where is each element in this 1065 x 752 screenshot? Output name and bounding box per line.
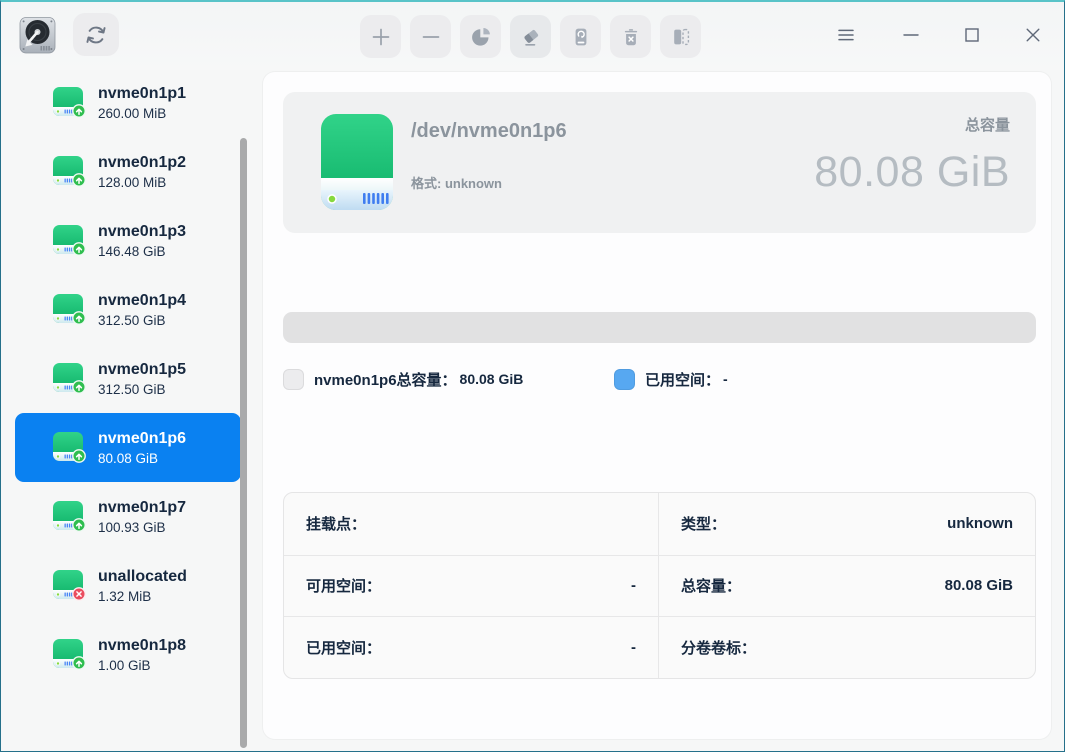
partition-size: 312.50 GiB [98,312,166,328]
detail-label: 总容量： [681,578,742,596]
detail-value: unknown [947,515,1013,533]
partition-error-icon [51,569,87,602]
detail-value: - [631,638,636,656]
legend-total-capacity: nvme0n1p6总容量： 80.08 GiB [283,368,523,390]
partition-item-nvme0n1p1[interactable]: nvme0n1p1 260.00 MiB [15,68,241,137]
detail-label: 可用空间： [306,578,382,596]
detail-used-space: 已用空间： - [284,616,658,678]
partition-ok-icon [51,155,87,188]
wipe-partition-button[interactable] [510,15,551,58]
detail-total-capacity: 总容量： 80.08 GiB [658,554,1035,617]
partition-size: 312.50 GiB [98,381,166,397]
detail-type: 类型： unknown [658,493,1035,555]
partition-item-nvme0n1p7[interactable]: nvme0n1p7 100.93 GiB [15,482,241,551]
menu-icon [834,23,858,47]
clone-icon [669,25,693,49]
plus-icon [369,25,393,49]
sidebar-scrollbar[interactable] [240,138,247,748]
partition-size: 1.00 GiB [98,657,151,673]
partition-ok-icon [51,431,87,464]
detail-value: - [631,577,636,595]
minimize-icon [899,23,923,47]
details-table: 挂载点： 类型： unknown 可用空间： - 总容量： 80.08 GiB … [283,492,1036,679]
detail-label: 类型： [681,516,727,534]
partition-item-nvme0n1p3[interactable]: nvme0n1p3 146.48 GiB [15,206,241,275]
partition-ok-icon [51,638,87,671]
close-icon [1021,23,1045,47]
partition-name: nvme0n1p4 [98,291,187,309]
legend-total-swatch [283,368,304,390]
partition-name: nvme0n1p6 [98,429,187,447]
detail-mount-point: 挂载点： [284,493,658,555]
detail-value: 80.08 GiB [944,577,1013,595]
partition-name: nvme0n1p5 [98,360,187,378]
partition-item-nvme0n1p4[interactable]: nvme0n1p4 312.50 GiB [15,275,241,344]
usage-bar [283,312,1036,343]
disk-refresh-icon [569,25,593,49]
partition-name: nvme0n1p2 [98,153,187,171]
detail-label: 挂载点： [306,516,367,534]
partition-ok-icon [51,86,87,119]
partition-usage-button[interactable] [460,15,501,58]
partition-size: 1.32 MiB [98,588,152,604]
pie-chart-icon [469,25,493,49]
partition-item-nvme0n1p5[interactable]: nvme0n1p5 312.50 GiB [15,344,241,413]
partition-item-unallocated[interactable]: unallocated 1.32 MiB [15,551,241,620]
maximize-icon [960,23,984,47]
capacity-label: 总容量 [964,117,1010,134]
legend-total-value: 80.08 GiB [459,371,524,387]
partition-size: 100.93 GiB [98,519,166,535]
add-partition-button[interactable] [360,15,401,58]
app-logo-icon [19,15,56,55]
legend-used-value: - [723,371,728,387]
partition-size: 260.00 MiB [98,105,167,121]
partition-name: nvme0n1p7 [98,498,187,516]
partition-ok-icon [51,500,87,533]
legend-total-label: nvme0n1p6总容量： [314,371,457,389]
close-button[interactable] [1021,23,1045,47]
partition-ok-icon [51,293,87,326]
partition-size: 128.00 MiB [98,174,167,190]
detail-label: 分卷卷标： [681,639,757,657]
device-header-card: /dev/nvme0n1p6 格式: unknown 总容量 80.08 GiB [283,92,1036,233]
trash-icon [619,25,643,49]
shrink-partition-button[interactable] [410,15,451,58]
device-disk-icon [319,112,395,212]
delete-partition-button[interactable] [610,15,651,58]
legend-used-swatch [614,368,635,390]
maximize-button[interactable] [960,23,984,47]
minus-icon [419,25,443,49]
partition-name: nvme0n1p3 [98,222,187,240]
refresh-button[interactable] [73,13,119,56]
clone-partition-button[interactable] [660,15,701,58]
detail-available-space: 可用空间： - [284,554,658,617]
device-path: /dev/nvme0n1p6 [411,120,567,142]
format-partition-button[interactable] [560,15,601,58]
partition-name: nvme0n1p1 [98,84,187,102]
partition-item-nvme0n1p8[interactable]: nvme0n1p8 1.00 GiB [15,620,241,689]
menu-button[interactable] [834,23,858,47]
legend-used-space: 已用空间： - [614,368,728,390]
titlebar [1,2,1064,70]
app-window: nvme0n1p1 260.00 MiB nvme0n1p2 128.00 MiB [0,0,1065,752]
detail-volume-label: 分卷卷标： [658,616,1035,678]
partition-size: 80.08 GiB [98,450,159,466]
partition-item-nvme0n1p2[interactable]: nvme0n1p2 128.00 MiB [15,137,241,206]
detail-label: 已用空间： [306,639,382,657]
toolbar-actions [360,15,701,58]
partition-ok-icon [51,224,87,257]
partition-name: unallocated [98,567,187,585]
capacity-value: 80.08 GiB [814,148,1010,196]
eraser-icon [519,25,543,49]
device-format: 格式: unknown [411,176,502,191]
partition-size: 146.48 GiB [98,243,166,259]
minimize-button[interactable] [899,23,923,47]
detail-panel: /dev/nvme0n1p6 格式: unknown 总容量 80.08 GiB… [263,72,1051,739]
partition-name: nvme0n1p8 [98,636,187,654]
partition-ok-icon [51,362,87,395]
refresh-icon [83,22,109,48]
partition-item-nvme0n1p6-selected[interactable]: nvme0n1p6 80.08 GiB [15,413,241,482]
legend-used-label: 已用空间： [645,371,721,389]
partition-list: nvme0n1p1 260.00 MiB nvme0n1p2 128.00 MiB [15,68,241,689]
